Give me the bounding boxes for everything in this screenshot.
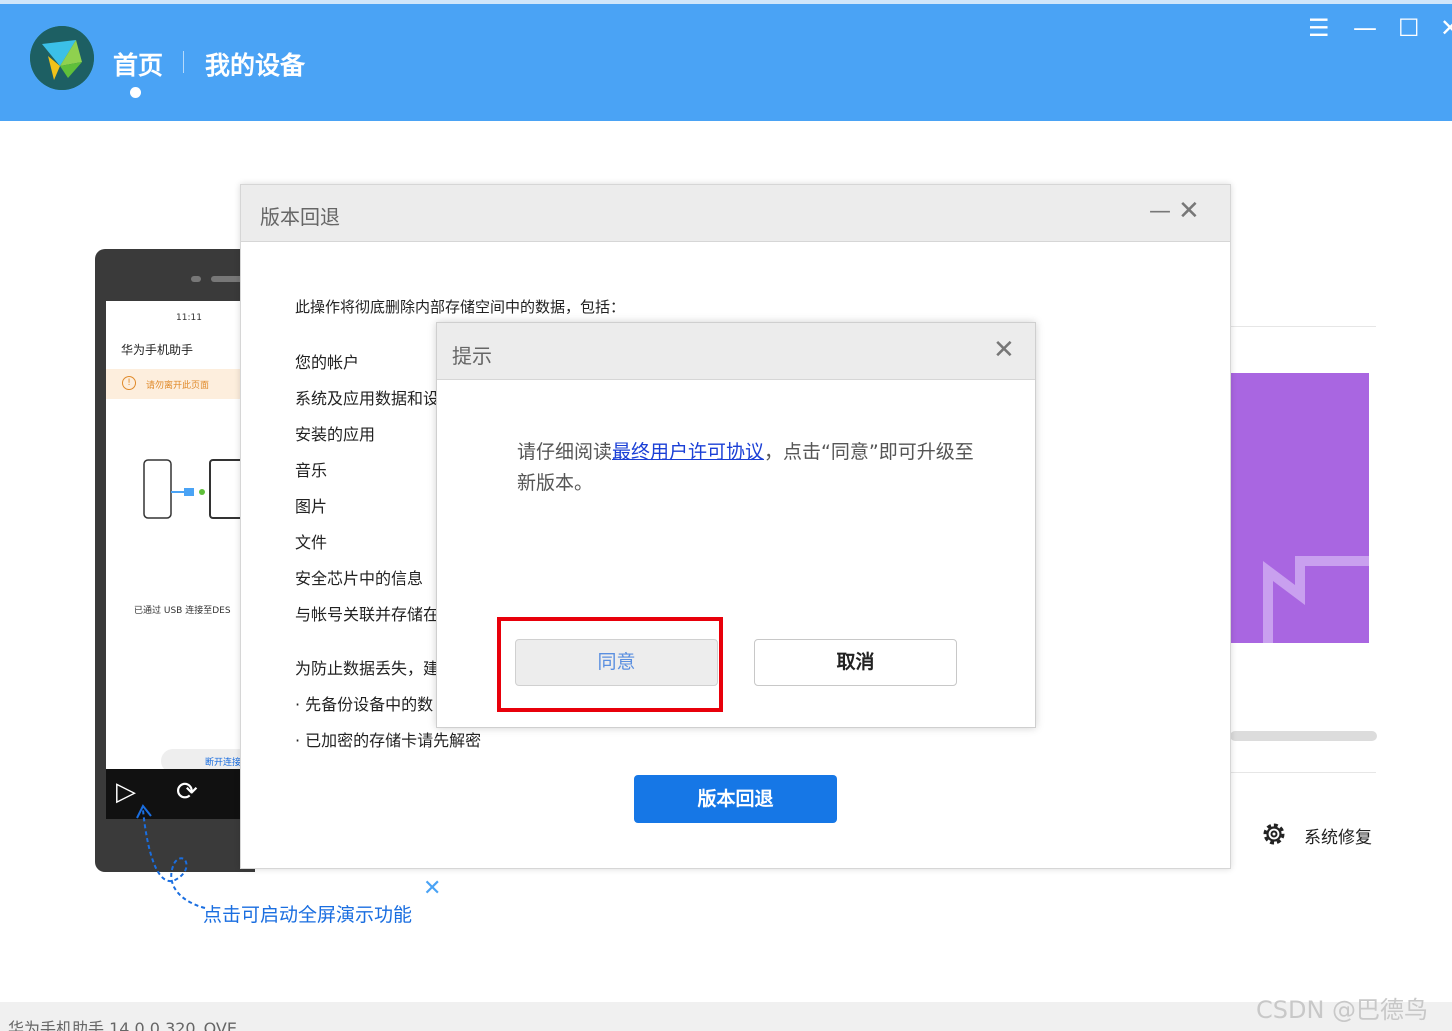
- promo-banner: [1230, 373, 1369, 643]
- phone-usb-status: 已通过 USB 连接至DES: [134, 606, 231, 616]
- rollback-item: 安装的应用: [295, 425, 376, 444]
- phone-warning-bar: ! 请勿离开此页面: [106, 369, 255, 399]
- play-icon[interactable]: ▷: [116, 777, 136, 807]
- rollback-item: 文件: [295, 533, 328, 552]
- rollback-tip: · 已加密的存储卡请先解密: [295, 731, 482, 750]
- system-repair-link[interactable]: 系统修复: [1304, 823, 1372, 848]
- app-header: 首页 我的设备 ☰ — ☐ ✕: [0, 0, 1452, 121]
- rollback-dialog-title: 版本回退: [260, 205, 340, 229]
- tip-message: 请仔细阅读最终用户许可协议，点击“同意”即可升级至新版本。: [517, 437, 977, 499]
- nav-tab-my-devices[interactable]: 我的设备: [205, 46, 305, 82]
- panel-divider-bottom: [1230, 772, 1376, 773]
- app-version: 华为手机助手 14.0.0.320_OVE: [8, 1019, 237, 1031]
- active-tab-indicator: [130, 87, 141, 98]
- gear-icon[interactable]: [1260, 820, 1288, 848]
- progress-bar: [1230, 731, 1377, 741]
- rollback-item: 您的帐户: [295, 353, 360, 372]
- watermark: CSDN @巴德鸟: [1256, 996, 1429, 1024]
- panel-divider: [1230, 326, 1376, 327]
- maximize-icon[interactable]: ☐: [1398, 16, 1420, 40]
- phone-preview: 11:11 华为手机助手 ! 请勿离开此页面 已通过 USB 连接至DES 断开…: [95, 249, 255, 872]
- rollback-item: 安全芯片中的信息: [295, 569, 424, 588]
- rollback-item: 系统及应用数据和设: [295, 389, 440, 408]
- tip-dialog-header: 提示 ✕: [437, 323, 1035, 380]
- status-footer: 华为手机助手 14.0.0.320_OVE: [0, 1002, 1452, 1031]
- cancel-button[interactable]: 取消: [754, 639, 957, 686]
- highlight-annotation-box: [497, 617, 723, 712]
- rollback-advice: 为防止数据丢失，建: [295, 659, 440, 678]
- phone-speaker: [191, 276, 201, 282]
- tip-close-icon[interactable]: ✕: [993, 335, 1015, 365]
- warning-icon: !: [122, 376, 136, 390]
- phone-warning-text: 请勿离开此页面: [146, 381, 210, 391]
- top-strip: [0, 0, 1452, 4]
- hint-close-icon[interactable]: ✕: [423, 876, 441, 901]
- nav-separator: [183, 51, 184, 73]
- nav-tab-home[interactable]: 首页: [113, 46, 163, 82]
- eula-link[interactable]: 最终用户许可协议: [612, 441, 764, 463]
- banner-graphic-icon: [1263, 556, 1369, 643]
- rollback-item: 与帐号关联并存储在: [295, 605, 440, 624]
- phone-app-title: 华为手机助手: [121, 343, 194, 357]
- phone-disconnect-label: 断开连接: [205, 758, 242, 768]
- hint-arrow-icon: [136, 804, 206, 909]
- app-logo-icon: [30, 26, 94, 90]
- usb-connection-illustration-icon: [143, 459, 255, 519]
- rollback-item: 图片: [295, 497, 328, 516]
- tip-dialog-title: 提示: [452, 344, 492, 368]
- dialog-minimize-icon[interactable]: —: [1149, 199, 1171, 224]
- minimize-icon[interactable]: —: [1353, 16, 1377, 40]
- rollback-dialog-header: 版本回退 — ✕: [241, 185, 1230, 242]
- tip-message-before: 请仔细阅读: [517, 441, 613, 463]
- rollback-item: 音乐: [295, 461, 328, 480]
- phone-time: 11:11: [176, 313, 202, 323]
- version-rollback-button[interactable]: 版本回退: [634, 775, 837, 823]
- rollback-tip: · 先备份设备中的数: [295, 695, 434, 714]
- phone-screen: 11:11 华为手机助手 ! 请勿离开此页面 已通过 USB 连接至DES 断开…: [106, 301, 255, 819]
- rollback-intro: 此操作将彻底删除内部存储空间中的数据，包括：: [295, 298, 626, 316]
- close-icon[interactable]: ✕: [1440, 16, 1452, 40]
- fullscreen-demo-hint: 点击可启动全屏演示功能: [203, 904, 413, 926]
- dialog-close-icon[interactable]: ✕: [1178, 196, 1200, 226]
- hamburger-icon[interactable]: ☰: [1308, 16, 1330, 40]
